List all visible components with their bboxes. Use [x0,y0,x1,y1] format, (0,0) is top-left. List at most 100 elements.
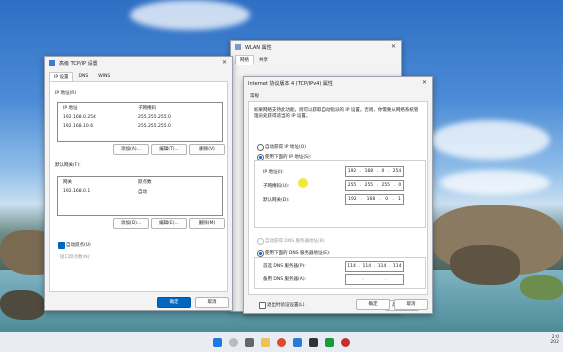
column-header: 子网掩码 [138,106,156,111]
ip-label: IP 地址(I): [263,170,284,175]
ip-address-field[interactable]: 192. 168. 0. 254 [345,166,404,177]
manual-dns-label: 使用下面的 DNS 服务器地址(E): [265,251,331,256]
window-title: 高级 TCP/IP 设置 [59,61,98,67]
ip-address-list[interactable]: IP 地址 子网掩码 192.168.0.254 255.255.255.0 1… [57,102,223,142]
mask-octet: 0 [398,183,402,188]
network-icon [235,44,241,50]
subnet-mask-field[interactable]: 255. 255. 255. 0 [345,180,404,191]
auto-dns-label: 自动获得 DNS 服务器地址(B) [265,239,325,244]
dns-octet: 114 [362,264,372,269]
ip-octet: 168 [364,169,374,174]
gateway-octet: 192 [348,197,357,202]
ip-octet: 254 [392,169,402,174]
cursor-highlight [298,178,308,188]
interface-metric-label: 接口跃点数(N): [60,255,91,260]
title-bar: Internet 协议版本 4 (TCP/IPv4) 属性 ✕ [244,77,432,89]
remove-ip-button[interactable]: 删除(V) [189,144,225,155]
auto-metric-checkbox[interactable] [58,242,65,249]
window-title: Internet 协议版本 4 (TCP/IPv4) 属性 [248,81,333,87]
dns-group: 首选 DNS 服务器(P): 114. 114. 114. 114 备用 DNS… [254,257,426,289]
taskbar [0,332,563,352]
dns-octet: 114 [377,264,387,269]
network-icon [49,60,55,66]
gateway-label: 默认网关(D): [263,198,290,203]
group-label: IP 地址(R) [55,91,77,96]
mask-octet: 255 [347,183,357,188]
title-bar: WLAN 属性 ✕ [231,41,401,53]
cloud [130,0,250,30]
edit-gateway-button[interactable]: 编辑(E)... [151,218,187,229]
column-header: IP 地址 [63,106,78,111]
mask-cell[interactable]: 255.255.255.0 [138,115,171,120]
default-gateway-field[interactable]: 192. 168. 0. 1 [345,194,404,205]
mask-cell[interactable]: 255.255.255.0 [138,124,171,129]
ip-octet: 0 [381,169,385,174]
alternate-dns-label: 备用 DNS 服务器(A): [263,277,307,282]
terminal-icon[interactable] [309,337,318,347]
cloud [440,170,550,195]
auto-metric-label: 自动跃点(U) [66,243,91,248]
tab-strip: 网络 共享 [235,55,273,65]
default-gateway-group: 默认网关(F): 网关 跃点数 192.168.0.1 自动 添加(D)... … [55,162,225,242]
validate-label: 退出时验证设置(L) [267,303,305,308]
mask-label: 子网掩码(U): [263,184,290,189]
remove-gateway-button[interactable]: 删除(M) [189,218,225,229]
dns-octet: 114 [347,264,356,269]
close-icon[interactable]: ✕ [222,59,227,66]
gateway-cell[interactable]: 192.168.0.1 [63,189,90,194]
rock [450,245,520,285]
mask-octet: 255 [381,183,391,188]
group-label: 默认网关(F): [55,163,81,168]
cancel-button[interactable]: 取消 [394,299,428,310]
green-app-icon[interactable] [325,337,334,347]
manual-ip-group: IP 地址(I): 192. 168. 0. 254 子网掩码(U): 255.… [254,160,426,228]
validate-checkbox[interactable] [259,302,266,309]
tab-panel: IP 地址(R) IP 地址 子网掩码 192.168.0.254 255.25… [49,81,228,292]
rock [520,275,563,300]
manual-dns-radio[interactable] [257,250,264,257]
tab-general[interactable]: 常规 [250,93,259,99]
edit-ip-button[interactable]: 编辑(T)... [151,144,187,155]
auto-ip-radio[interactable] [257,144,264,151]
ipv4-properties-window: Internet 协议版本 4 (TCP/IPv4) 属性 ✕ 常规 如果网络支… [243,76,433,314]
ok-button[interactable]: 确定 [157,297,191,308]
browser-icon[interactable] [277,337,286,347]
auto-dns-radio[interactable] [257,238,264,245]
metric-cell[interactable]: 自动 [138,189,147,195]
window-title: WLAN 属性 [245,45,272,51]
add-ip-button[interactable]: 添加(A)... [113,144,149,155]
ip-octet: 192 [347,169,357,174]
close-icon[interactable]: ✕ [422,79,427,86]
ok-button[interactable]: 确定 [356,299,390,310]
gateway-octet: 168 [366,197,376,202]
tab-network[interactable]: 网络 [235,55,254,65]
column-header: 网关 [63,180,72,185]
preferred-dns-field[interactable]: 114. 114. 114. 114 [345,261,404,272]
column-header: 跃点数 [138,180,152,185]
gateway-octet: 1 [398,197,401,202]
gateway-list[interactable]: 网关 跃点数 192.168.0.1 自动 [57,176,223,216]
tab-panel: 如果网络支持此功能，则可以获取自动指派的 IP 设置。否则，你需要从网络系统管理… [248,101,428,311]
tab-sharing[interactable]: 共享 [254,55,273,65]
ip-cell[interactable]: 192.168.0.254 [63,115,96,120]
cancel-button[interactable]: 取消 [195,297,229,308]
close-icon[interactable]: ✕ [391,43,396,50]
rock [0,290,45,320]
mask-octet: 255 [364,183,374,188]
title-bar: 高级 TCP/IP 设置 ✕ [45,57,232,69]
start-icon[interactable] [213,337,222,347]
gateway-octet: 0 [385,197,389,202]
task-view-icon[interactable] [245,337,254,347]
alternate-dns-field[interactable]: . . [345,274,404,285]
description-text: 如果网络支持此功能，则可以获取自动指派的 IP 设置。否则，你需要从网络系统管理… [254,108,419,119]
search-icon[interactable] [229,337,238,347]
clock-date: 202 [550,340,559,345]
red-app-icon[interactable] [341,337,350,347]
add-gateway-button[interactable]: 添加(D)... [113,218,149,229]
advanced-tcpip-window: 高级 TCP/IP 设置 ✕ IP 设置 DNS WINS IP 地址(R) I… [44,56,233,311]
system-tray[interactable]: 2:0 202 [550,335,559,345]
ip-cell[interactable]: 192.168.10.6 [63,124,93,129]
file-explorer-icon[interactable] [261,337,270,347]
preferred-dns-label: 首选 DNS 服务器(P): [263,264,306,269]
word-icon[interactable] [293,337,302,347]
